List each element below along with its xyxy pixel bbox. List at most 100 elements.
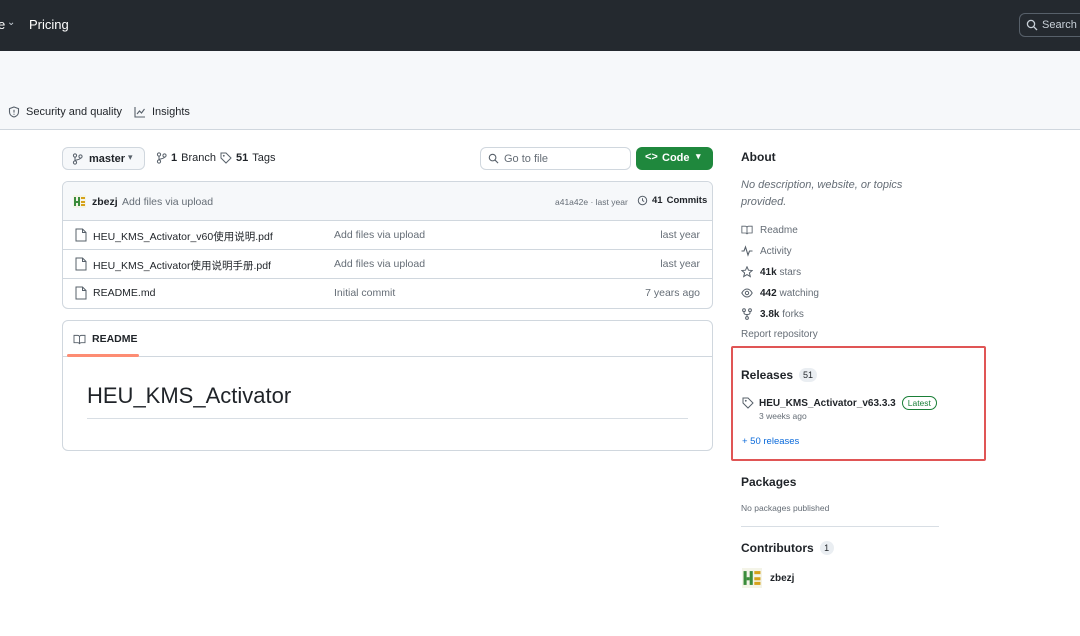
latest-commit-row: zbezj Add files via upload a41a42e · las… xyxy=(63,182,712,221)
forks-label: forks xyxy=(782,308,804,320)
branch-name: master xyxy=(89,153,126,165)
book-icon xyxy=(741,225,753,235)
file-commit-date: last year xyxy=(660,258,700,270)
branches-label: Branch xyxy=(181,152,216,164)
releases-title: Releases xyxy=(741,368,794,382)
file-commit-message[interactable]: Add files via upload xyxy=(334,229,425,241)
stars-label: stars xyxy=(779,266,802,278)
stars-count: 41k xyxy=(760,266,777,278)
pulse-icon xyxy=(741,245,753,257)
file-commit-message[interactable]: Initial commit xyxy=(334,287,395,299)
heading-divider xyxy=(87,418,688,419)
commits-link[interactable]: 41 Commits xyxy=(637,195,707,206)
report-repository-link[interactable]: Report repository xyxy=(741,329,818,340)
file-list: zbezj Add files via upload a41a42e · las… xyxy=(62,181,713,309)
fork-icon xyxy=(742,308,752,320)
branches-count: 1 xyxy=(171,152,178,164)
go-to-file-input[interactable]: Go to file xyxy=(480,147,631,170)
file-commit-date: last year xyxy=(660,229,700,241)
activity-link[interactable]: Activity xyxy=(741,245,792,257)
file-name[interactable]: HEU_KMS_Activator_v60使用说明.pdf xyxy=(93,229,273,244)
tab-security-label: Security and quality xyxy=(26,106,122,118)
code-icon: <> xyxy=(645,151,658,163)
commit-author[interactable]: zbezj xyxy=(92,196,118,208)
file-name[interactable]: HEU_KMS_Activator使用说明手册.pdf xyxy=(93,258,271,273)
branch-icon xyxy=(156,152,167,164)
branch-selector[interactable]: master ▾ xyxy=(62,147,145,170)
star-icon xyxy=(741,266,753,278)
forks-count: 3.8k xyxy=(760,308,780,320)
tag-icon xyxy=(742,397,754,409)
about-title: About xyxy=(741,150,776,164)
activity-link-label: Activity xyxy=(760,245,792,257)
commit-message[interactable]: Add files via upload xyxy=(122,196,213,208)
readme-header: README xyxy=(63,321,712,357)
shield-icon xyxy=(8,106,20,118)
about-description: No description, website, or topics provi… xyxy=(741,179,903,208)
avatar[interactable] xyxy=(742,568,762,588)
search-icon xyxy=(488,153,499,164)
nav-pricing-link[interactable]: Pricing xyxy=(29,17,69,32)
caret-down-icon: ▾ xyxy=(696,151,701,161)
watching-label: watching xyxy=(779,287,819,299)
repo-header: Security and quality Insights xyxy=(0,51,1080,130)
latest-badge: Latest xyxy=(901,396,937,410)
file-icon xyxy=(75,257,87,271)
code-button-label: Code xyxy=(662,152,690,164)
tab-readme[interactable]: README xyxy=(73,333,138,345)
file-icon xyxy=(75,286,87,300)
table-row: README.md Initial commit 7 years ago xyxy=(63,279,712,308)
chevron-down-icon: ⌄ xyxy=(7,17,16,28)
file-name[interactable]: README.md xyxy=(93,287,155,299)
watching-count: 442 xyxy=(760,287,777,299)
tab-insights-label: Insights xyxy=(152,106,190,118)
stars-link[interactable]: 41k stars xyxy=(741,266,801,278)
forks-link[interactable]: 3.8k forks xyxy=(741,308,804,320)
table-row: HEU_KMS_Activator_v60使用说明.pdf Add files … xyxy=(63,221,712,250)
watching-link[interactable]: 442 watching xyxy=(741,287,819,299)
tags-label: Tags xyxy=(252,152,276,164)
sidebar-divider xyxy=(741,526,939,527)
packages-empty-text: No packages published xyxy=(741,503,830,513)
commits-label: Commits xyxy=(666,195,708,206)
tags-link[interactable]: 51 Tags xyxy=(220,152,276,164)
table-row: HEU_KMS_Activator使用说明手册.pdf Add files vi… xyxy=(63,250,712,279)
readme-link[interactable]: Readme xyxy=(741,224,798,236)
search-placeholder: Search o xyxy=(1042,19,1080,31)
commits-count: 41 xyxy=(652,195,663,206)
branch-icon xyxy=(72,153,83,165)
avatar[interactable] xyxy=(73,195,86,208)
history-icon xyxy=(637,195,648,206)
contributors-title-link[interactable]: Contributors 1 xyxy=(741,541,834,555)
readme-heading: HEU_KMS_Activator xyxy=(87,383,292,408)
tab-security[interactable]: Security and quality xyxy=(8,106,122,118)
caret-down-icon: ▾ xyxy=(128,152,133,162)
tag-icon xyxy=(220,152,232,164)
active-tab-underline xyxy=(67,354,139,357)
latest-release-time: 3 weeks ago xyxy=(759,411,807,421)
latest-release-link[interactable]: HEU_KMS_Activator_v63.3.3 Latest xyxy=(759,396,937,410)
packages-title[interactable]: Packages xyxy=(741,475,796,489)
nav-item-partial[interactable]: e xyxy=(0,17,5,32)
tab-insights[interactable]: Insights xyxy=(134,106,190,118)
tags-count: 51 xyxy=(236,152,249,164)
file-icon xyxy=(75,228,87,242)
readme-link-label: Readme xyxy=(760,224,798,236)
contributors-title: Contributors xyxy=(741,541,814,555)
book-icon xyxy=(73,334,86,344)
contributor-name[interactable]: zbezj xyxy=(770,573,794,584)
search-input[interactable]: Search o xyxy=(1019,13,1080,37)
eye-icon xyxy=(741,288,753,298)
more-releases-link[interactable]: + 50 releases xyxy=(742,436,799,447)
branches-link[interactable]: 1 Branch xyxy=(156,152,216,164)
commit-hash-time[interactable]: a41a42e · last year xyxy=(555,197,628,207)
releases-title-link[interactable]: Releases 51 xyxy=(741,368,818,382)
search-icon xyxy=(1026,19,1038,31)
graph-icon xyxy=(134,107,145,118)
file-commit-date: 7 years ago xyxy=(645,287,700,299)
releases-count-badge: 51 xyxy=(799,368,818,382)
file-commit-message[interactable]: Add files via upload xyxy=(334,258,425,270)
code-button[interactable]: <> Code ▾ xyxy=(636,147,713,170)
global-header: e ⌄ Pricing Search o xyxy=(0,0,1080,51)
readme-tab-label: README xyxy=(92,333,138,345)
